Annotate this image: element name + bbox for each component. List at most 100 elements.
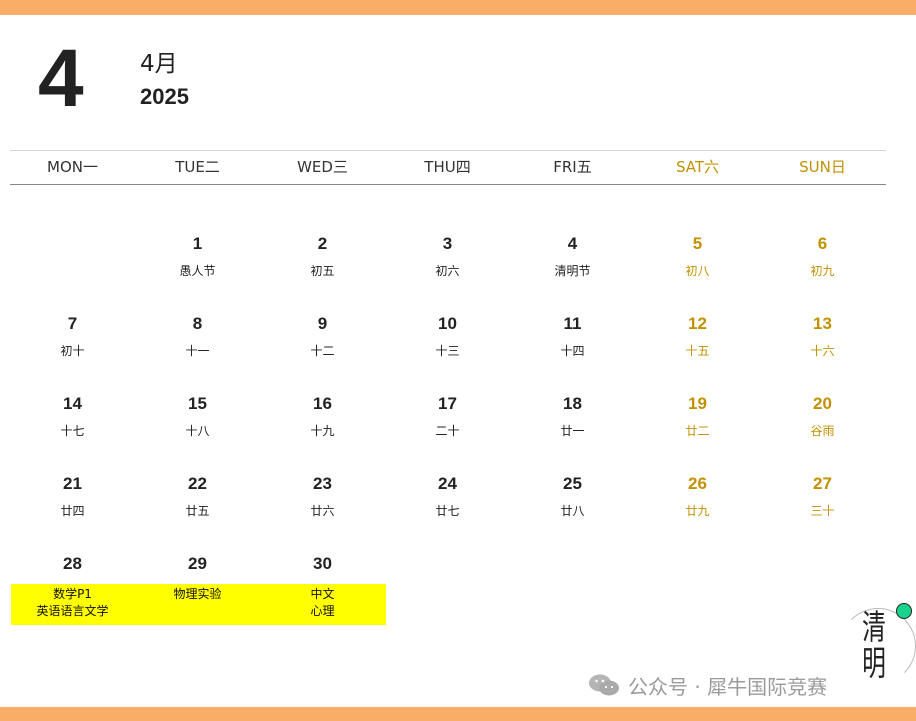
- day-cell[interactable]: 8 十一: [135, 314, 260, 358]
- day-cell[interactable]: 25 廿八: [510, 474, 635, 518]
- weekday-label: SAT六: [675, 158, 720, 176]
- day-number: 10: [438, 314, 457, 333]
- day-number: 3: [442, 234, 453, 253]
- watermark: 公众号 · 犀牛国际竞赛: [588, 672, 828, 699]
- qingming-logo: 清 明: [836, 600, 916, 706]
- day-number: 12: [688, 314, 707, 333]
- exam-note-line: 英语语言文学: [36, 604, 109, 618]
- exam-note-line: 物理实验: [173, 587, 222, 601]
- lunar-date: 十四: [560, 344, 585, 358]
- day-cell[interactable]: 12 十五: [635, 314, 760, 358]
- top-accent-bar: [0, 0, 916, 15]
- day-number: 14: [63, 394, 82, 413]
- day-number: 5: [692, 234, 703, 253]
- lunar-date: 谷雨: [810, 424, 835, 438]
- day-cell[interactable]: 1 愚人节: [135, 234, 260, 278]
- exam-note-line: 心理: [310, 604, 335, 618]
- day-cell[interactable]: 17 二十: [385, 394, 510, 438]
- exam-note-line: 中文: [310, 587, 335, 601]
- day-cell[interactable]: 22 廿五: [135, 474, 260, 518]
- exam-note-line: 数学P1: [53, 587, 92, 601]
- day-cell[interactable]: 9 十二: [260, 314, 385, 358]
- day-cell[interactable]: 26 廿九: [635, 474, 760, 518]
- watermark-text: 公众号 · 犀牛国际竞赛: [628, 674, 828, 699]
- lunar-date: 初六: [435, 264, 460, 278]
- day-cell[interactable]: 16 十九: [260, 394, 385, 438]
- exam-note: 中文 心理: [260, 586, 385, 620]
- day-cell[interactable]: 4 清明节: [510, 234, 635, 278]
- logo-dot: [896, 603, 912, 619]
- lunar-date: 廿四: [60, 504, 85, 518]
- day-cell[interactable]: 24 廿七: [385, 474, 510, 518]
- day-cell[interactable]: 3 初六: [385, 234, 510, 278]
- exam-note: 物理实验: [135, 586, 260, 603]
- day-cell[interactable]: 28: [10, 554, 135, 574]
- day-cell[interactable]: 29: [135, 554, 260, 574]
- month-number: 4: [38, 33, 84, 124]
- lunar-date: 廿六: [310, 504, 335, 518]
- day-number: 21: [63, 474, 82, 493]
- day-number: 20: [813, 394, 832, 413]
- day-number: 17: [438, 394, 457, 413]
- lunar-date: 初五: [310, 264, 335, 278]
- day-cell[interactable]: 19 廿二: [635, 394, 760, 438]
- lunar-date: 清明节: [554, 264, 591, 278]
- lunar-date: 廿二: [685, 424, 710, 438]
- wechat-icon: [589, 674, 619, 696]
- lunar-date: 愚人节: [179, 264, 216, 278]
- logo-char-ming: 明: [862, 644, 886, 684]
- day-number: 2: [317, 234, 328, 253]
- day-cell[interactable]: 7 初十: [10, 314, 135, 358]
- lunar-date: 初十: [60, 344, 85, 358]
- day-number: 23: [313, 474, 332, 493]
- day-cell[interactable]: 23 廿六: [260, 474, 385, 518]
- bottom-accent-bar: [0, 707, 916, 721]
- day-cell[interactable]: 14 十七: [10, 394, 135, 438]
- lunar-date: 十八: [185, 424, 210, 438]
- lunar-date: 十七: [60, 424, 85, 438]
- day-number: 4: [567, 234, 578, 253]
- weekday-label: FRI五: [553, 158, 592, 176]
- day-cell[interactable]: 18 廿一: [510, 394, 635, 438]
- day-number: 24: [438, 474, 457, 493]
- day-cell[interactable]: 21 廿四: [10, 474, 135, 518]
- day-number: 13: [813, 314, 832, 333]
- day-cell[interactable]: 10 十三: [385, 314, 510, 358]
- day-cell[interactable]: 13 十六: [760, 314, 885, 358]
- day-cell[interactable]: 11 十四: [510, 314, 635, 358]
- day-cell[interactable]: 15 十八: [135, 394, 260, 438]
- lunar-date: 廿八: [560, 504, 585, 518]
- lunar-date: 十一: [185, 344, 210, 358]
- day-number: 27: [813, 474, 832, 493]
- lunar-date: 十五: [685, 344, 710, 358]
- lunar-date: 十三: [435, 344, 460, 358]
- day-number: 30: [313, 554, 332, 573]
- lunar-date: 廿七: [435, 504, 460, 518]
- lunar-date: 廿一: [560, 424, 585, 438]
- header-divider-bottom: [10, 184, 886, 185]
- lunar-date: 廿九: [685, 504, 710, 518]
- day-number: 19: [688, 394, 707, 413]
- day-number: 29: [188, 554, 207, 573]
- lunar-date: 廿五: [185, 504, 210, 518]
- day-cell[interactable]: 5 初八: [635, 234, 760, 278]
- day-cell[interactable]: 2 初五: [260, 234, 385, 278]
- day-cell[interactable]: 6 初九: [760, 234, 885, 278]
- day-cell[interactable]: 30: [260, 554, 385, 574]
- lunar-date: 十九: [310, 424, 335, 438]
- day-number: 22: [188, 474, 207, 493]
- day-number: 7: [67, 314, 78, 333]
- day-cell[interactable]: 20 谷雨: [760, 394, 885, 438]
- weekday-label: TUE二: [175, 158, 220, 176]
- day-cell[interactable]: 27 三十: [760, 474, 885, 518]
- day-number: 18: [563, 394, 582, 413]
- weekday-header: MON一 TUE二 WED三 THU四 FRI五 SAT六 SUN日: [10, 151, 886, 184]
- weekday-label: WED三: [297, 158, 348, 176]
- day-number: 15: [188, 394, 207, 413]
- logo-char-qing: 清: [862, 608, 886, 648]
- day-number: 25: [563, 474, 582, 493]
- weekday-label: MON一: [47, 158, 98, 176]
- lunar-date: 初九: [810, 264, 835, 278]
- day-number: 6: [817, 234, 828, 253]
- weekday-label: THU四: [424, 158, 471, 176]
